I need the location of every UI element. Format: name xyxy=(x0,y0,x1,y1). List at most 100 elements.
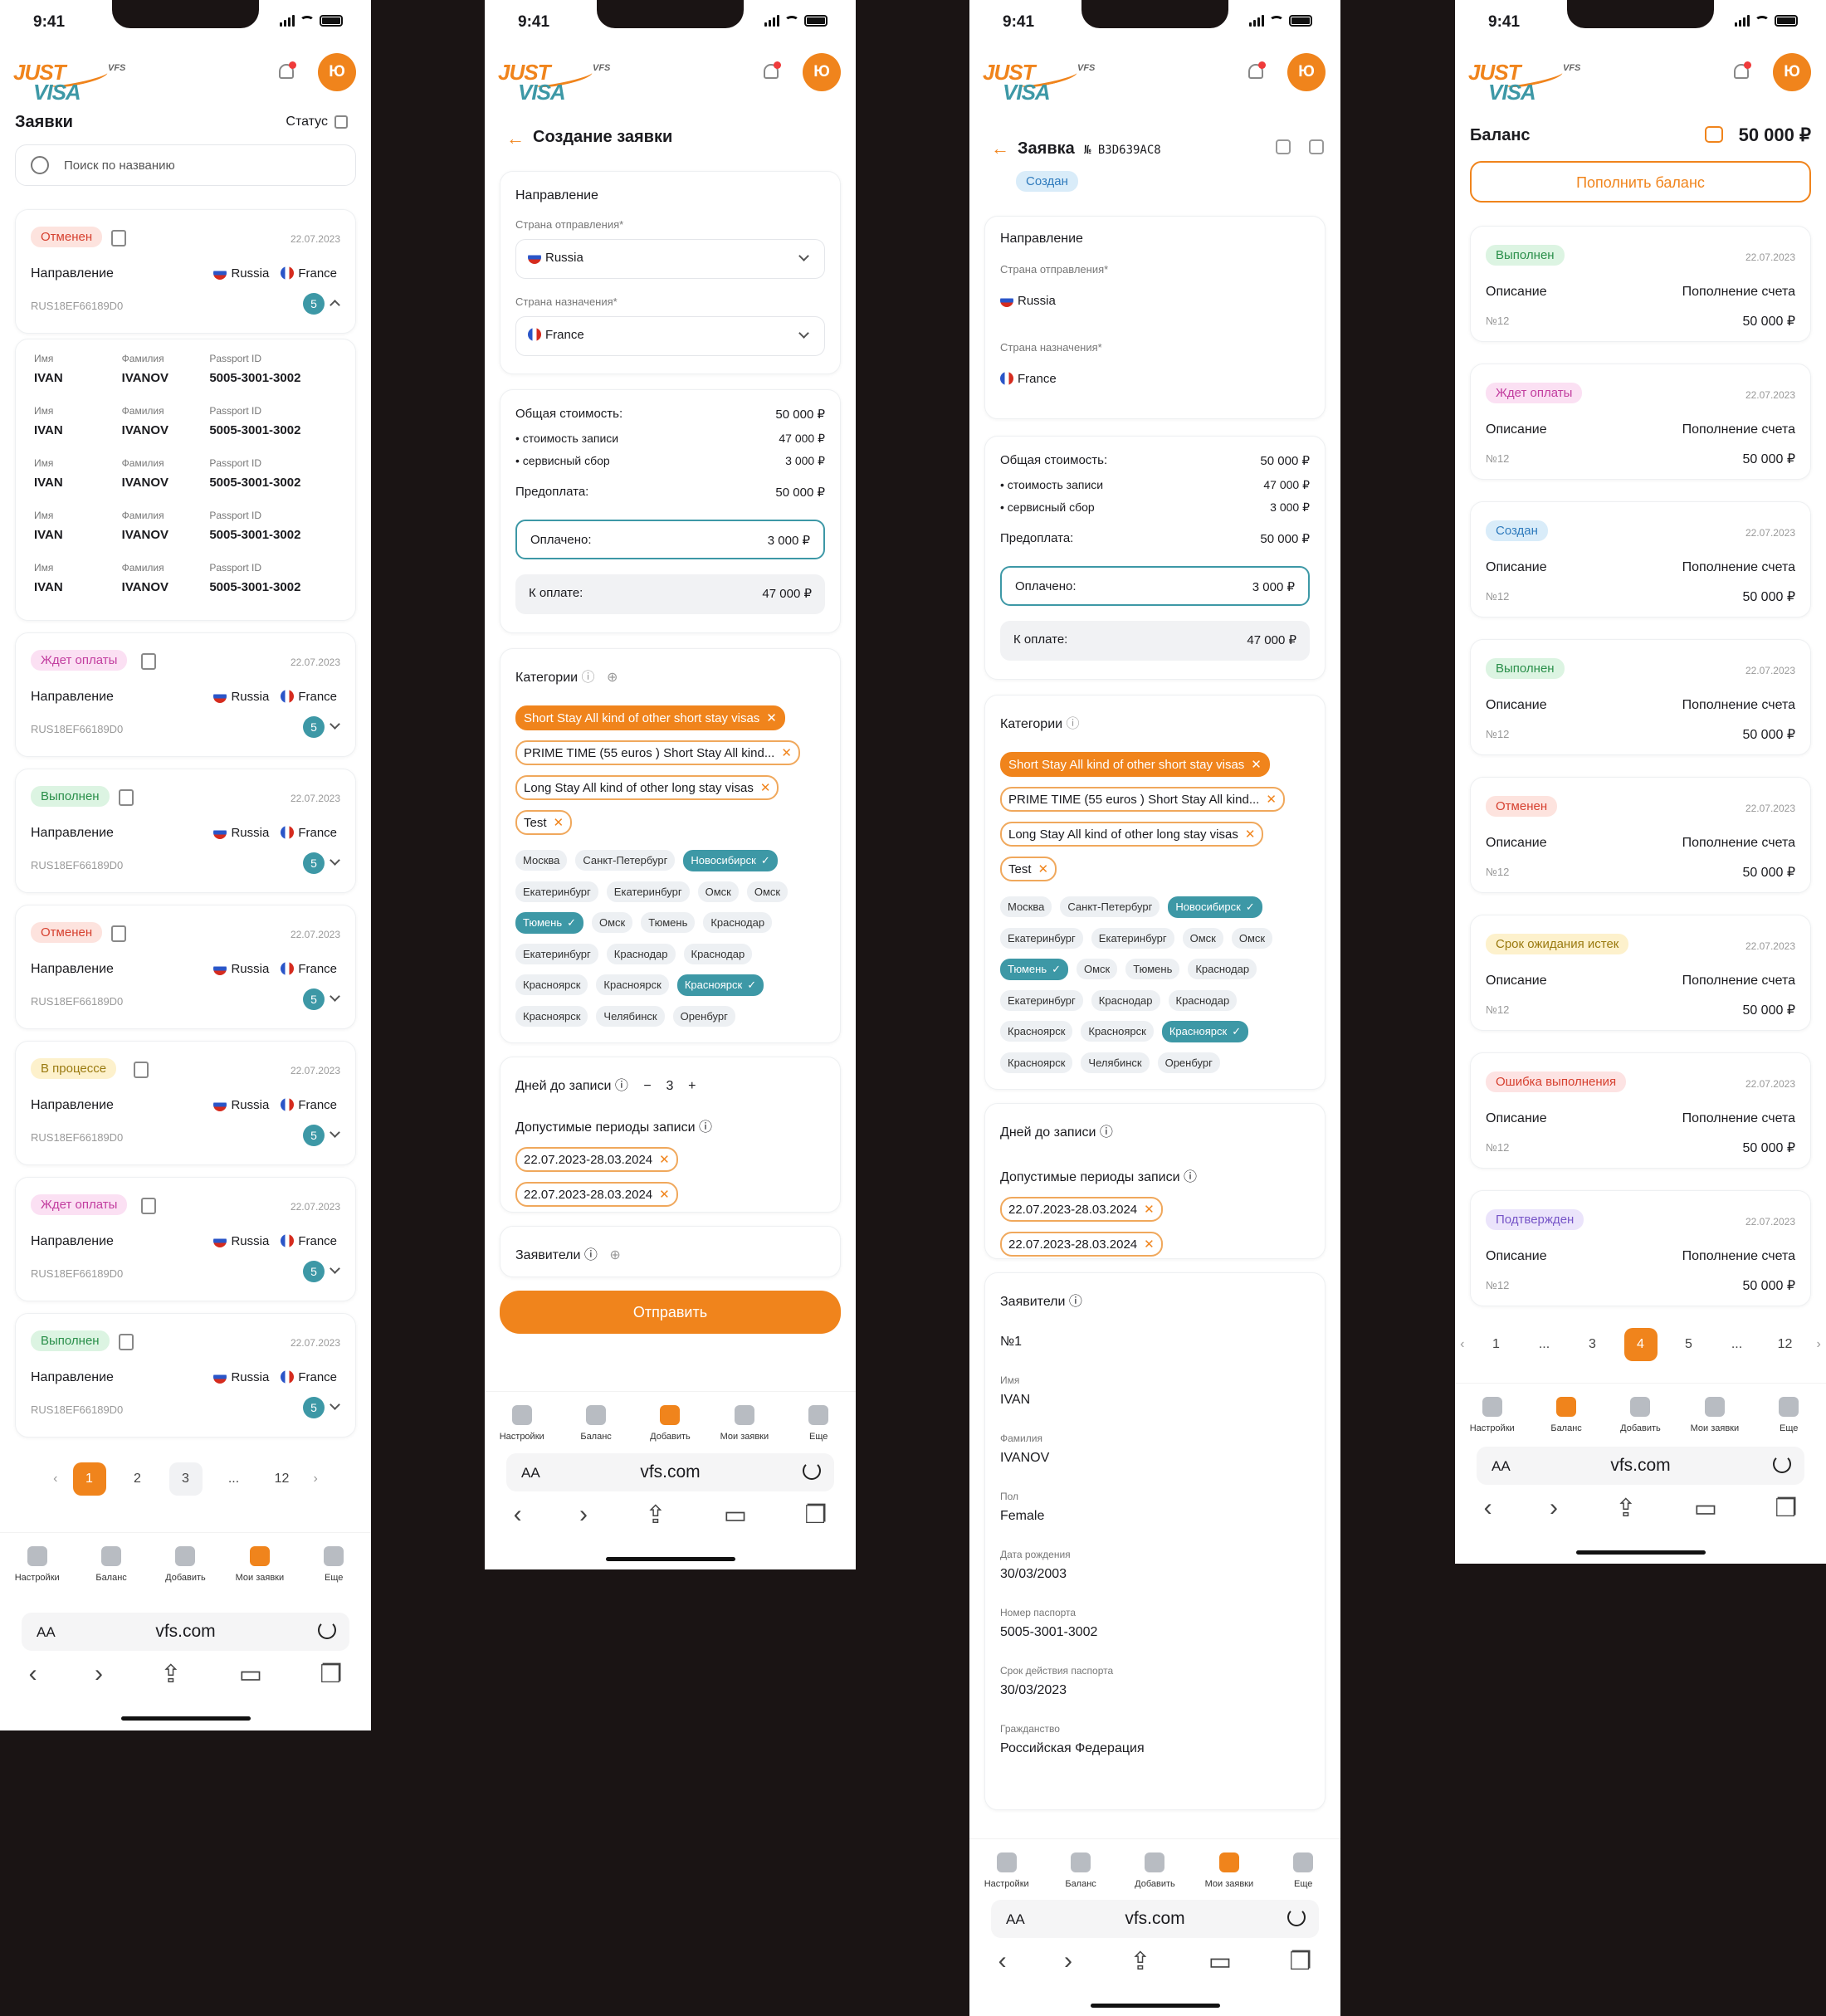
page-1[interactable]: 1 xyxy=(72,1462,106,1496)
forward-icon[interactable]: › xyxy=(579,1501,588,1529)
next-icon[interactable]: › xyxy=(314,1472,318,1486)
tab-settings[interactable]: Настройки xyxy=(489,1392,555,1462)
close-icon[interactable]: ✕ xyxy=(1144,1237,1155,1252)
city-chip[interactable]: Красноярск ✓ xyxy=(1161,1021,1249,1042)
bell-icon[interactable] xyxy=(275,60,298,83)
city-chip[interactable]: Екатеринбург xyxy=(515,881,598,902)
tab-my[interactable]: Мои заявки xyxy=(1682,1384,1748,1454)
category-tag[interactable]: Short Stay All kind of other short stay … xyxy=(515,705,785,730)
bell-icon[interactable] xyxy=(1730,60,1753,83)
city-chip[interactable]: Омск xyxy=(1231,928,1273,949)
city-chip[interactable]: Челябинск xyxy=(1081,1052,1150,1073)
tab-my[interactable]: Мои заявки xyxy=(711,1392,778,1462)
reload-icon[interactable] xyxy=(1287,1908,1306,1926)
tab-balance[interactable]: Баланс xyxy=(1533,1384,1599,1454)
applicants-toggle[interactable]: 5 xyxy=(303,852,340,874)
tab-balance[interactable]: Баланс xyxy=(563,1392,629,1462)
document-icon[interactable] xyxy=(111,230,126,247)
transaction-card[interactable]: Создан 22.07.2023 Описание Пополнение счета… xyxy=(1470,501,1811,617)
period-tag[interactable]: 22.07.2023-28.03.2024 ✕ xyxy=(1000,1197,1163,1222)
bell-icon[interactable] xyxy=(1244,60,1267,83)
city-chip[interactable]: Краснодар xyxy=(1091,990,1160,1011)
city-chip[interactable]: Омск xyxy=(697,881,739,902)
back-icon[interactable]: ‹ xyxy=(29,1660,37,1688)
category-tag[interactable]: Test ✕ xyxy=(1000,857,1057,881)
reload-icon[interactable] xyxy=(1773,1455,1791,1473)
edit-icon[interactable] xyxy=(1276,139,1291,154)
close-icon[interactable]: ✕ xyxy=(659,1188,670,1202)
bookmarks-icon[interactable]: ▭ xyxy=(239,1660,262,1689)
period-tag[interactable]: 22.07.2023-28.03.2024 ✕ xyxy=(515,1182,678,1207)
reload-icon[interactable] xyxy=(318,1621,336,1639)
applicants-toggle[interactable]: 5 xyxy=(303,1261,340,1282)
add-applicant-icon[interactable]: ⊕ xyxy=(609,1248,620,1262)
request-card[interactable]: Выполнен 22.07.2023 Направление Russia Franc… xyxy=(15,769,356,893)
period-tag[interactable]: 22.07.2023-28.03.2024 ✕ xyxy=(515,1147,678,1172)
city-chip[interactable]: Тюмень xyxy=(1125,959,1180,979)
city-chip[interactable]: Тюмень ✓ xyxy=(1000,959,1068,980)
close-icon[interactable]: ✕ xyxy=(1266,793,1277,807)
transaction-card[interactable]: Подтвержден 22.07.2023 Описание Пополнение … xyxy=(1470,1190,1811,1306)
status-filter[interactable]: Статус xyxy=(286,115,348,129)
browser-url-bar[interactable]: AA vfs.com xyxy=(991,1900,1319,1938)
tab-add[interactable]: Добавить xyxy=(152,1533,218,1604)
transaction-card[interactable]: Ждет оплаты 22.07.2023 Описание Пополнение … xyxy=(1470,364,1811,480)
request-card[interactable]: Выполнен 22.07.2023 Направление Russia Franc… xyxy=(15,1313,356,1438)
browser-url-bar[interactable]: AA vfs.com xyxy=(22,1613,349,1651)
back-arrow-icon[interactable]: ← xyxy=(991,138,1009,159)
back-icon[interactable]: ‹ xyxy=(514,1501,522,1529)
request-card[interactable]: Отменен 22.07.2023 Направление Russia France… xyxy=(15,905,356,1029)
category-tag[interactable]: PRIME TIME (55 euros ) Short Stay All ki… xyxy=(1000,787,1285,812)
bookmarks-icon[interactable]: ▭ xyxy=(1208,1947,1232,1976)
back-icon[interactable]: ‹ xyxy=(1484,1494,1492,1522)
browser-url-bar[interactable]: AA vfs.com xyxy=(506,1453,834,1491)
category-tag[interactable]: Long Stay All kind of other long stay vi… xyxy=(1000,822,1264,847)
page-3[interactable]: 3 xyxy=(168,1462,203,1496)
close-icon[interactable]: ✕ xyxy=(659,1153,670,1167)
tab-more[interactable]: Еще xyxy=(785,1392,852,1462)
share-icon[interactable]: ⇪ xyxy=(1615,1494,1636,1523)
tab-settings[interactable]: Настройки xyxy=(4,1533,71,1604)
avatar[interactable]: Ю xyxy=(318,53,356,91)
days-stepper[interactable]: − 3 + xyxy=(643,1079,696,1093)
forward-icon[interactable]: › xyxy=(95,1660,103,1688)
close-icon[interactable]: ✕ xyxy=(1251,758,1262,772)
transaction-card[interactable]: Выполнен 22.07.2023 Описание Пополнение сче… xyxy=(1470,639,1811,755)
city-chip[interactable]: Тюмень ✓ xyxy=(515,912,583,934)
request-card[interactable]: Ждет оплаты 22.07.2023 Направление Russia Fr… xyxy=(15,632,356,757)
add-category-icon[interactable]: ⊕ xyxy=(607,671,618,685)
submit-button[interactable]: Отправить xyxy=(500,1291,841,1334)
city-chip[interactable]: Краснодар xyxy=(1188,959,1257,979)
page-...[interactable]: ... xyxy=(1528,1328,1561,1361)
to-select[interactable]: France xyxy=(515,316,825,356)
city-chip[interactable]: Новосибирск ✓ xyxy=(683,850,778,871)
city-chip[interactable]: Оренбург xyxy=(1157,1052,1220,1073)
page-12[interactable]: 12 xyxy=(1769,1328,1802,1361)
tab-add[interactable]: Добавить xyxy=(1607,1384,1673,1454)
transaction-card[interactable]: Выполнен 22.07.2023 Описание Пополнение сче… xyxy=(1470,226,1811,342)
close-icon[interactable]: ✕ xyxy=(760,781,771,795)
applicants-toggle[interactable]: 5 xyxy=(303,988,340,1010)
page-2[interactable]: 2 xyxy=(121,1462,154,1496)
page-...[interactable]: ... xyxy=(217,1462,251,1496)
applicants-toggle[interactable]: 5 xyxy=(303,1125,340,1146)
city-chip[interactable]: Красноярск xyxy=(1000,1052,1073,1073)
back-icon[interactable]: ‹ xyxy=(998,1947,1007,1975)
tabs-icon[interactable]: ❐ xyxy=(1289,1947,1311,1976)
city-chip[interactable]: Екатеринбург xyxy=(1000,990,1083,1011)
forward-icon[interactable]: › xyxy=(1550,1494,1558,1522)
city-chip[interactable]: Омск xyxy=(746,881,788,902)
page-4[interactable]: 4 xyxy=(1623,1328,1658,1361)
close-icon[interactable]: ✕ xyxy=(554,816,564,830)
request-card[interactable]: Ждет оплаты 22.07.2023 Направление Russia Fr… xyxy=(15,1177,356,1301)
city-chip[interactable]: Краснодар xyxy=(703,912,773,933)
share-icon[interactable]: ⇪ xyxy=(645,1501,666,1530)
city-chip[interactable]: Санкт-Петербург xyxy=(1060,896,1160,917)
page-1[interactable]: 1 xyxy=(1480,1328,1513,1361)
paid-field[interactable]: Оплачено: 3 000 ₽ xyxy=(515,520,825,559)
page-...[interactable]: ... xyxy=(1721,1328,1754,1361)
prev-icon[interactable]: ‹ xyxy=(1460,1337,1464,1352)
city-chip[interactable]: Москва xyxy=(1000,896,1052,917)
from-select[interactable]: Russia xyxy=(515,239,825,279)
city-chip[interactable]: Новосибирск ✓ xyxy=(1168,896,1262,918)
